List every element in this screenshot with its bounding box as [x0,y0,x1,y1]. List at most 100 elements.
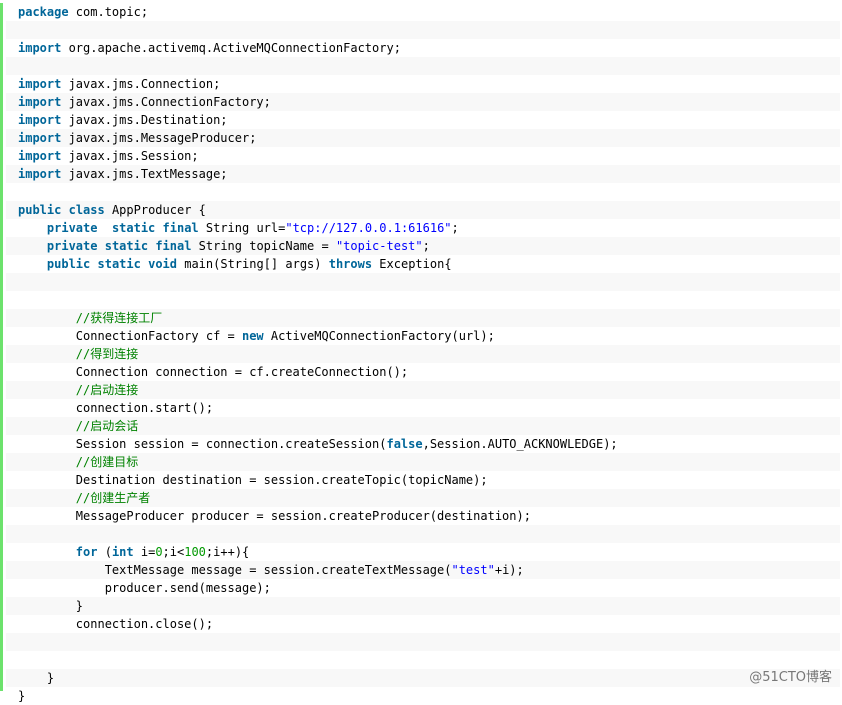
code-token: //创建目标 [75,455,139,469]
code-token: 100 [184,545,206,559]
code-line: import org.apache.activemq.ActiveMQConne… [6,39,840,57]
code-token: javax.jms.ConnectionFactory; [61,95,271,109]
code-line: package com.topic; [6,3,840,21]
code-token: //创建生产者 [75,491,151,505]
code-token: javax.jms.Session; [61,149,199,163]
code-line: ConnectionFactory cf = new ActiveMQConne… [6,327,840,345]
code-token: package [18,5,69,19]
code-line: //创建目标 [6,453,840,471]
code-line: public static void main(String[] args) t… [6,255,840,273]
code-token: ,Session.AUTO_ACKNOWLEDGE); [422,437,618,451]
code-token: ;i< [162,545,185,559]
code-token: import [18,77,62,91]
code-line: } [6,687,840,705]
code-line: private static final String url="tcp://1… [6,219,840,237]
code-line: for (int i=0;i<100;i++){ [6,543,840,561]
code-token: //得到连接 [75,347,139,361]
code-line: } [6,669,840,687]
code-token: String topicName = [191,239,336,253]
code-token: 0 [155,545,163,559]
code-token: "tcp://127.0.0.1:61616" [285,221,452,235]
code-line [6,633,840,651]
code-token: false [386,437,423,451]
code-token: } [18,671,55,685]
code-token: producer.send(message); [18,581,271,595]
code-token: ; [451,221,459,235]
code-line: import javax.jms.Session; [6,147,840,165]
code-line: //启动会话 [6,417,840,435]
code-token: MessageProducer producer = session.creat… [18,509,531,523]
code-line: import javax.jms.MessageProducer; [6,129,840,147]
code-line: Session session = connection.createSessi… [6,435,840,453]
code-token: //获得连接工厂 [75,311,163,325]
code-line: TextMessage message = session.createText… [6,561,840,579]
code-line: Destination destination = session.create… [6,471,840,489]
code-token: main(String[] args) [177,257,329,271]
code-token: org.apache.activemq.ActiveMQConnectionFa… [61,41,401,55]
code-line: import javax.jms.TextMessage; [6,165,840,183]
code-token: void [148,257,177,271]
code-token: AppProducer { [104,203,206,217]
code-token: Destination destination = session.create… [18,473,488,487]
code-token: "topic-test" [335,239,423,253]
code-token: import [18,167,62,181]
code-line: //获得连接工厂 [6,309,840,327]
code-token: for [75,545,98,559]
code-line: producer.send(message); [6,579,840,597]
code-line: public class AppProducer { [6,201,840,219]
code-token: ;i++){ [205,545,250,559]
code-line: import javax.jms.ConnectionFactory; [6,93,840,111]
code-token: //启动连接 [75,383,139,397]
code-token: import [18,149,62,163]
code-token: int [111,545,134,559]
code-token: connection.start(); [18,401,214,415]
code-token: //启动会话 [75,419,139,433]
code-block: package com.topic; import org.apache.acti… [0,3,840,703]
code-token: static [97,257,141,271]
code-token: javax.jms.Connection; [61,77,221,91]
code-line: MessageProducer producer = session.creat… [6,507,840,525]
code-token: import [18,113,62,127]
code-token: Session session = connection.createSessi… [18,437,387,451]
code-line: //启动连接 [6,381,840,399]
code-token: connection.close(); [18,617,214,631]
code-line: import javax.jms.Destination; [6,111,840,129]
code-token: final [155,239,192,253]
code-token: ; [422,239,430,253]
code-line: } [6,597,840,615]
code-line: Connection connection = cf.createConnect… [6,363,840,381]
code-token: final [162,221,199,235]
code-token: public [18,203,62,217]
code-line [6,57,840,75]
code-line: private static final String topicName = … [6,237,840,255]
code-line: connection.start(); [6,399,840,417]
code-token: ActiveMQConnectionFactory(url); [263,329,495,343]
code-token: javax.jms.TextMessage; [61,167,228,181]
code-token: Connection connection = cf.createConnect… [18,365,409,379]
code-token: +i); [494,563,524,577]
code-token: private [46,221,98,235]
code-token: static [104,239,149,253]
code-token: TextMessage message = session.createText… [18,563,452,577]
code-token: String url= [198,221,286,235]
code-line: //得到连接 [6,345,840,363]
code-token: "test" [451,563,495,577]
code-token: private [46,239,98,253]
code-token: import [18,41,62,55]
code-line [6,273,840,291]
code-token: javax.jms.Destination; [61,113,228,127]
